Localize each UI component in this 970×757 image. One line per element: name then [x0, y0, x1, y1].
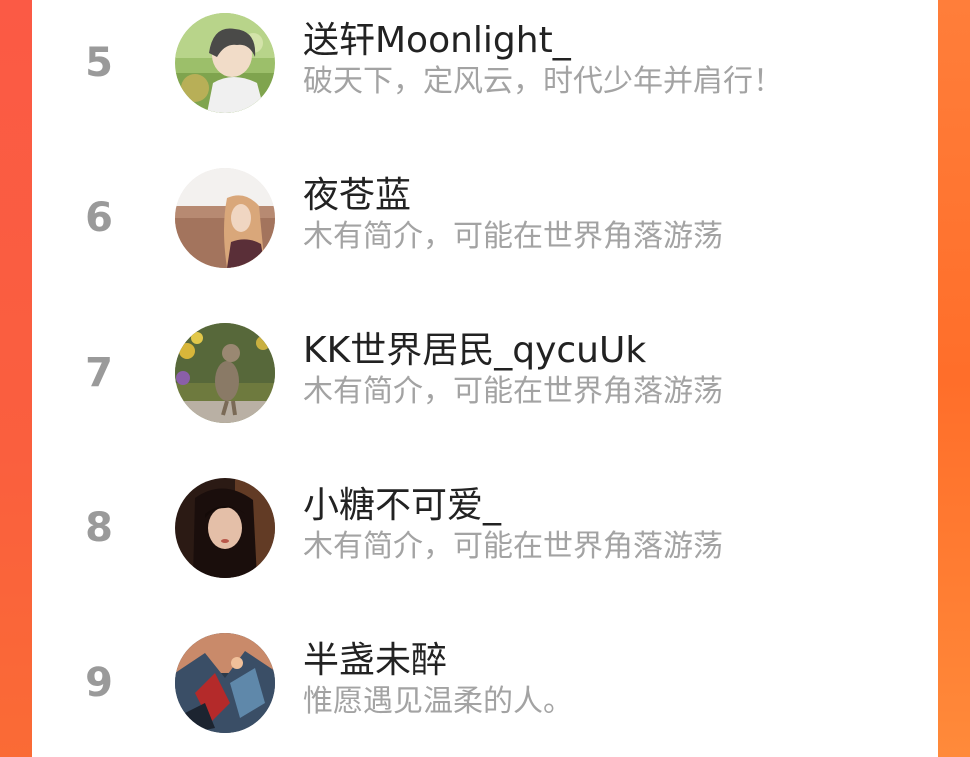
frame-right-edge — [938, 0, 970, 757]
avatar-boy-photo — [175, 13, 275, 113]
user-name[interactable]: 送轩Moonlight_ — [303, 18, 571, 64]
rank-number: 6 — [85, 195, 113, 241]
avatar-girl-portrait-photo — [175, 478, 275, 578]
rank-number: 5 — [85, 40, 113, 86]
avatar-girl-field-photo — [175, 168, 275, 268]
user-name[interactable]: KK世界居民_qycuUk — [303, 328, 646, 374]
user-name[interactable]: 小糖不可爱_ — [303, 483, 501, 529]
rank-number: 8 — [85, 505, 113, 551]
user-bio: 破天下，定风云，时代少年并肩行！ — [303, 64, 783, 99]
user-bio: 木有简介，可能在世界角落游荡 — [303, 219, 723, 254]
user-name[interactable]: 半盏未醉 — [303, 638, 447, 684]
ranking-list-item[interactable]: 7 KK世界居民_qycuUk 木有简介，可能在世界角落游荡 — [32, 318, 938, 428]
user-avatar[interactable] — [175, 478, 275, 578]
rank-number: 7 — [85, 350, 113, 396]
user-bio: 木有简介，可能在世界角落游荡 — [303, 529, 723, 564]
ranking-list-item[interactable]: 5 送轩Moonlight_ 破天下，定风云，时代少年并肩行！ — [32, 8, 938, 118]
ranking-list-item[interactable]: 6 夜苍蓝 木有简介，可能在世界角落游荡 — [32, 163, 938, 273]
avatar-anime-art — [175, 633, 275, 733]
user-avatar[interactable] — [175, 323, 275, 423]
user-avatar[interactable] — [175, 633, 275, 733]
user-name[interactable]: 夜苍蓝 — [303, 173, 411, 219]
ranking-card: 5 送轩Moonlight_ 破天下，定风云，时代少年并肩行！ 6 夜苍蓝 木有… — [32, 0, 938, 757]
user-bio: 惟愿遇见温柔的人。 — [303, 684, 573, 719]
ranking-list-item[interactable]: 9 半盏未醉 惟愿遇见温柔的人。 — [32, 628, 938, 738]
rank-number: 9 — [85, 660, 113, 706]
ranking-list-item[interactable]: 8 小糖不可爱_ 木有简介，可能在世界角落游荡 — [32, 473, 938, 583]
user-avatar[interactable] — [175, 13, 275, 113]
user-bio: 木有简介，可能在世界角落游荡 — [303, 374, 723, 409]
ranking-frame: 5 送轩Moonlight_ 破天下，定风云，时代少年并肩行！ 6 夜苍蓝 木有… — [0, 0, 970, 757]
user-avatar[interactable] — [175, 168, 275, 268]
avatar-cat-photo — [175, 323, 275, 423]
